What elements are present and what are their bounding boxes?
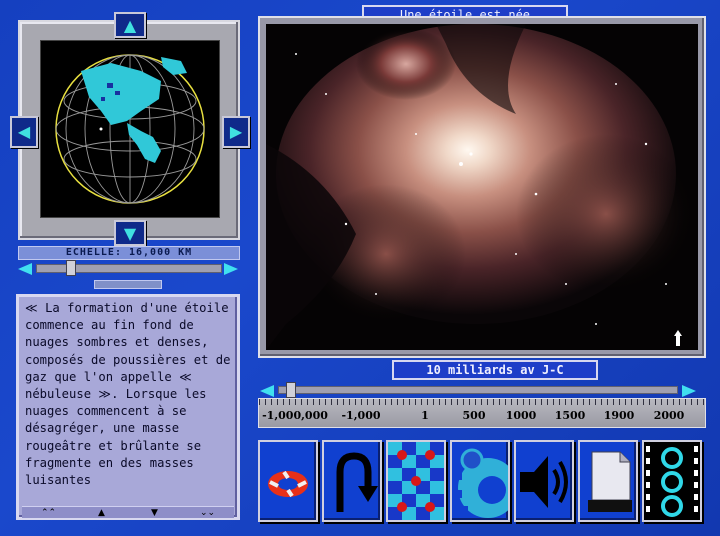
timeline-left-arrow-icon[interactable]: [260, 385, 274, 397]
ruler-tick-label: 1900: [603, 409, 635, 422]
document-button[interactable]: [578, 440, 638, 522]
u-turn-button[interactable]: [322, 440, 382, 522]
text-prev-icon[interactable]: ▲: [82, 508, 122, 518]
lifebuoy-icon: [268, 470, 308, 498]
globe-down-button[interactable]: ▼: [114, 220, 146, 246]
globe-left-button[interactable]: ◀: [10, 116, 38, 148]
globe-right-button[interactable]: ▶: [222, 116, 250, 148]
globe-up-button[interactable]: ▲: [114, 12, 146, 38]
description-text: ≪ La formation d'une étoile commence au …: [25, 301, 231, 488]
timeline-slider-track[interactable]: [278, 386, 678, 394]
ruler-tick-label: -1,000,000: [262, 409, 328, 422]
ruler-tick-label: 1: [421, 409, 429, 422]
gear-icon: [454, 448, 508, 518]
timeline-right-arrow-icon[interactable]: [682, 385, 696, 397]
text-first-page-icon[interactable]: ⌃⌃: [29, 508, 69, 518]
timeline-slider-handle[interactable]: [286, 382, 296, 398]
text-next-icon[interactable]: ▼: [135, 508, 175, 518]
checkerboard-icon: [388, 442, 444, 520]
ruler-ticks: [259, 399, 705, 405]
current-date: 10 milliards av J-C: [392, 360, 598, 380]
timeline-ruler[interactable]: -1,000,000 -1,000 1 500 1000 1500 1900 2…: [258, 398, 706, 428]
document-icon: [588, 451, 632, 512]
nebula-image[interactable]: [266, 24, 698, 350]
zoom-reset-button[interactable]: [94, 280, 162, 289]
checkerboard-button[interactable]: [386, 440, 446, 522]
description-panel: ≪ La formation d'une étoile commence au …: [16, 294, 240, 520]
speaker-icon: [520, 456, 568, 508]
zoom-slider-track[interactable]: [36, 264, 222, 273]
ruler-tick-label: 1500: [554, 409, 586, 422]
text-last-page-icon[interactable]: ⌄⌄: [188, 508, 228, 518]
gear-button[interactable]: [450, 440, 510, 522]
zoom-slider-handle[interactable]: [66, 260, 76, 276]
ruler-tick-label: 500: [462, 409, 486, 422]
zoom-left-arrow-icon[interactable]: [18, 263, 32, 275]
ruler-tick-label: -1,000: [341, 409, 381, 422]
speaker-button[interactable]: [514, 440, 574, 522]
film-strip-button[interactable]: [642, 440, 702, 522]
scale-label: ECHELLE: 16,000 KM: [18, 246, 240, 260]
u-turn-arrow-icon: [336, 452, 378, 512]
ruler-tick-label: 1000: [505, 409, 537, 422]
globe-view[interactable]: [40, 40, 220, 218]
zoom-right-arrow-icon[interactable]: [224, 263, 238, 275]
nebula-picture-icon: [266, 24, 698, 350]
ruler-tick-label: 2000: [653, 409, 685, 422]
text-nav-bar: ⌃⌃ ▲ ▼ ⌄⌄: [22, 506, 234, 518]
globe-icon: [55, 54, 205, 204]
lifebuoy-button[interactable]: [258, 440, 318, 522]
film-strip-icon: [644, 442, 700, 520]
